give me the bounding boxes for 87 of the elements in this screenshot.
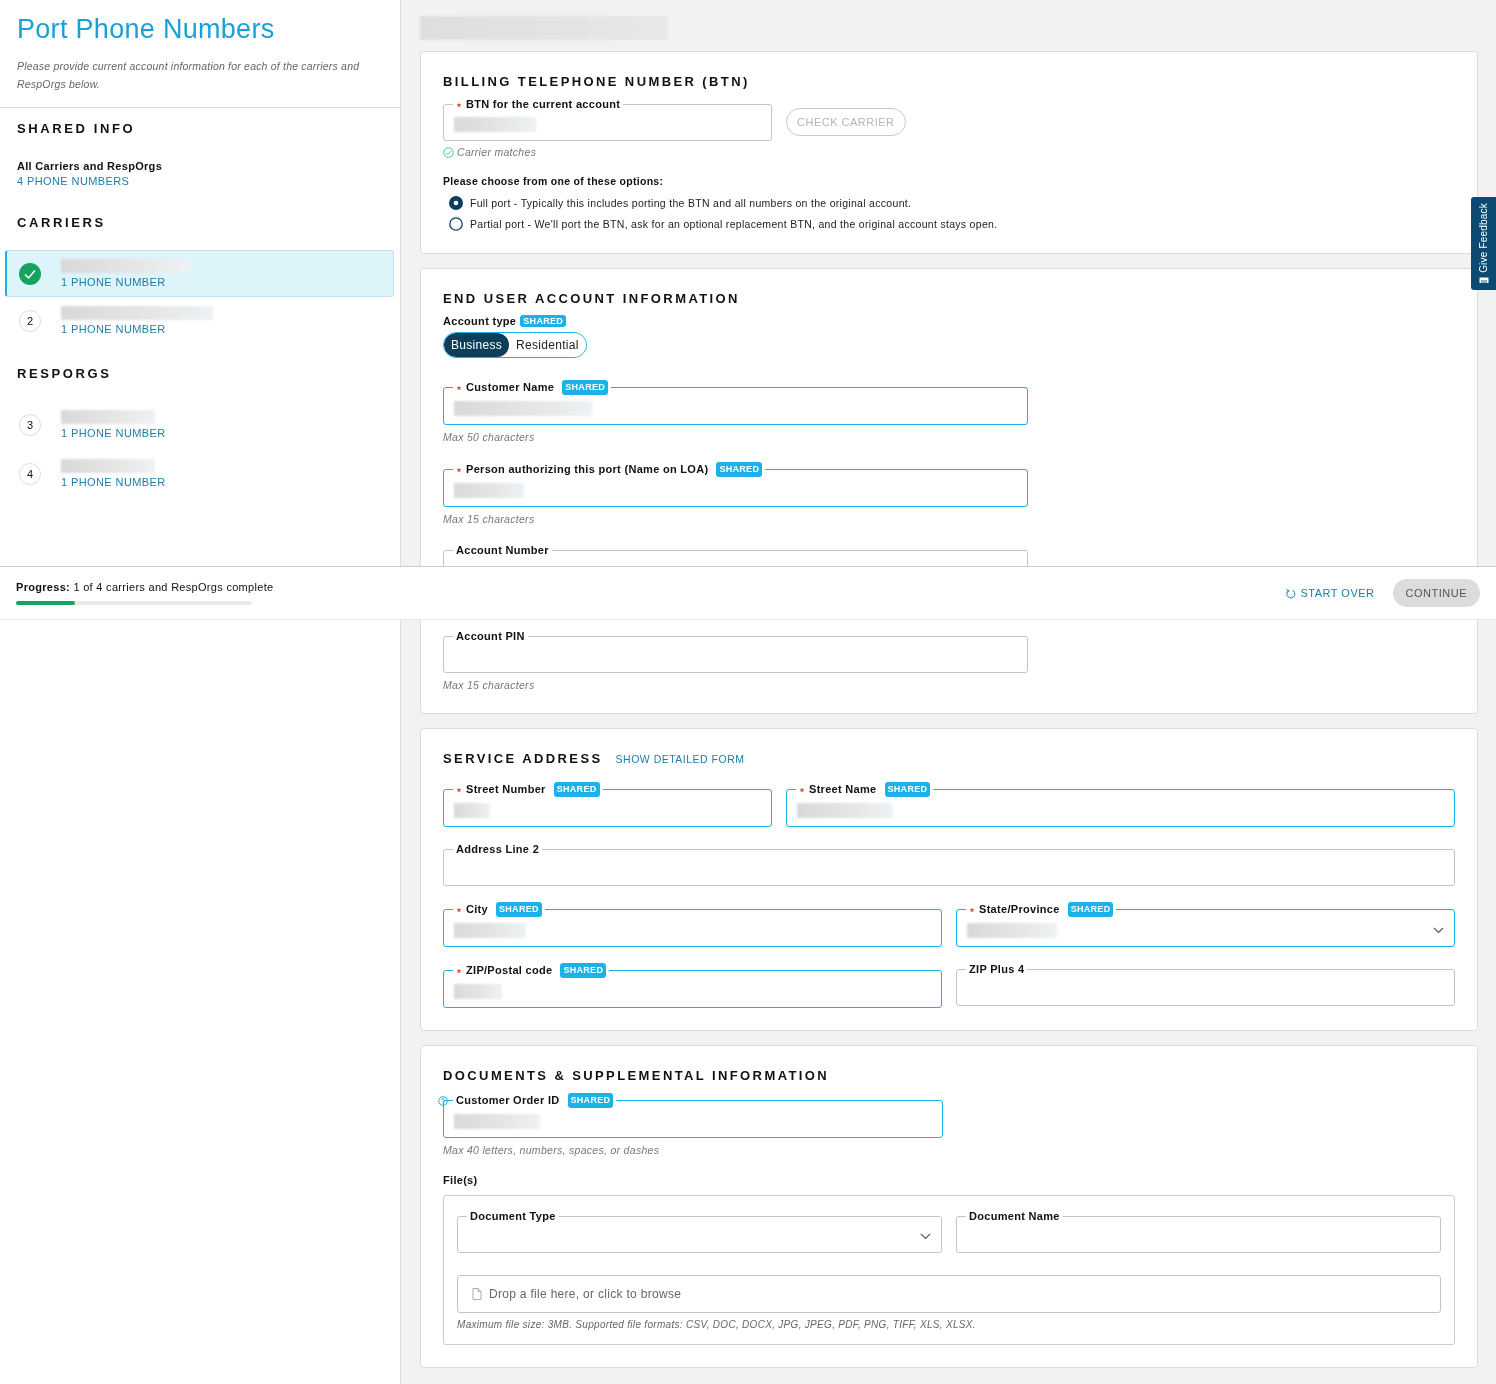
text-field[interactable]: Street Name SHARED bbox=[786, 782, 1455, 827]
feedback-tab[interactable]: Give Feedback bbox=[1471, 197, 1496, 290]
text-field[interactable]: Account Number bbox=[443, 544, 1028, 566]
dropdown-field[interactable]: State/Province SHARED bbox=[956, 902, 1455, 947]
shared-badge: SHARED bbox=[884, 782, 931, 797]
shared-badge: SHARED bbox=[716, 462, 763, 477]
question-text: Please choose from one of these options: bbox=[443, 175, 665, 187]
field-label: ZIP/Postal code bbox=[466, 964, 553, 977]
carrier-item[interactable]: 2 1 PHONE NUMBER bbox=[5, 297, 394, 344]
phone-count: 1 PHONE NUMBER bbox=[61, 276, 167, 288]
dropdown-field[interactable]: Document Type bbox=[457, 1210, 942, 1253]
field-label: Address Line 2 bbox=[456, 843, 540, 856]
text-field[interactable]: Document Name bbox=[956, 1210, 1441, 1253]
field-label: Document Type bbox=[470, 1210, 556, 1223]
shared-badge: SHARED bbox=[1067, 902, 1114, 917]
field-label: Person authorizing this port (Name on LOA) bbox=[466, 463, 709, 476]
text-field[interactable]: ZIP Plus 4 bbox=[956, 963, 1455, 1006]
section-heading: DOCUMENTS & SUPPLEMENTAL INFORMATION bbox=[443, 1068, 831, 1083]
page-subtitle: Please provide current account information for each of the carriers and RespOrgs below. bbox=[17, 59, 361, 92]
show-detailed-form-link[interactable]: SHOW DETAILED FORM bbox=[615, 753, 745, 765]
field-label: City bbox=[466, 903, 488, 916]
chevron-down-icon[interactable] bbox=[1433, 927, 1444, 934]
field-label: Customer Order ID bbox=[456, 1094, 560, 1107]
section-heading: SHARED INFO bbox=[16, 121, 137, 136]
text-field[interactable]: Customer Name SHARED bbox=[443, 380, 1028, 425]
progress-text: Progress: 1 of 4 carriers and RespOrgs complete bbox=[16, 581, 274, 593]
field-label: State/Province bbox=[979, 903, 1060, 916]
field-label: Account PIN bbox=[456, 630, 525, 643]
text-field[interactable]: Account PIN bbox=[443, 630, 1028, 673]
segment-option[interactable]: Business bbox=[444, 333, 510, 357]
files-label: File(s) bbox=[443, 1174, 479, 1186]
option-label: Full port - Typically this includes porting the BTN and all numbers on the original account. bbox=[470, 197, 912, 209]
text-field[interactable]: Address Line 2 bbox=[443, 843, 1455, 886]
field-label: Account type bbox=[443, 315, 517, 327]
file-icon bbox=[472, 1288, 482, 1300]
text-field[interactable]: Person authorizing this port (Name on LOA) SHARED bbox=[443, 462, 1028, 507]
field-label: Street Number bbox=[466, 783, 546, 796]
shared-badge: SHARED bbox=[567, 1093, 614, 1108]
step-number: 4 bbox=[19, 462, 41, 485]
section-heading: END USER ACCOUNT INFORMATION bbox=[443, 291, 741, 306]
radio-button[interactable] bbox=[449, 196, 463, 210]
start-over-button[interactable]: START OVER bbox=[1279, 586, 1381, 600]
shared-badge: SHARED bbox=[520, 315, 567, 327]
feedback-icon bbox=[1478, 276, 1489, 283]
status-text: Carrier matches bbox=[457, 146, 537, 158]
shared-badge: SHARED bbox=[562, 380, 609, 395]
radio-button[interactable] bbox=[449, 217, 463, 231]
text-field[interactable]: Customer Order ID SHARED bbox=[443, 1093, 943, 1138]
carrier-item[interactable]: 4 1 PHONE NUMBER bbox=[5, 450, 394, 497]
step-number: 3 bbox=[19, 413, 41, 436]
phone-count: 4 PHONE NUMBERS bbox=[17, 175, 130, 187]
carrier-item[interactable]: 1 PHONE NUMBER bbox=[5, 250, 394, 297]
field-label: Street Name bbox=[809, 783, 877, 796]
section-heading: CARRIERS bbox=[16, 215, 107, 230]
field-hint: Max 50 characters bbox=[443, 431, 536, 443]
drop-zone-text: Drop a file here, or click to browse bbox=[489, 1287, 682, 1301]
field-label: BTN for the current account bbox=[466, 98, 621, 111]
text-field[interactable]: Street Number SHARED bbox=[443, 782, 772, 827]
file-drop-zone[interactable]: Drop a file here, or click to browse bbox=[457, 1275, 1441, 1313]
field-hint: Max 15 characters bbox=[443, 513, 536, 525]
option-label: Partial port - We'll port the BTN, ask for an optional replacement BTN, and the original account stays open. bbox=[470, 218, 998, 230]
file-size-note: Maximum file size: 3MB. Supported file formats: CSV, DOC, DOCX, JPG, JPEG, PDF, PNG, TIFF, XLS, XLSX. bbox=[457, 1319, 977, 1330]
section-heading: BILLING TELEPHONE NUMBER (BTN) bbox=[443, 74, 751, 89]
field-label: Customer Name bbox=[466, 381, 555, 394]
field-label: Account Number bbox=[456, 544, 549, 557]
shared-badge: SHARED bbox=[496, 902, 542, 917]
text-field[interactable]: ZIP/Postal code SHARED bbox=[443, 963, 942, 1008]
shared-badge: SHARED bbox=[560, 963, 607, 978]
field-label: ZIP Plus 4 bbox=[969, 963, 1025, 976]
text-field[interactable]: City SHARED bbox=[443, 902, 942, 947]
phone-count: 1 PHONE NUMBER bbox=[61, 323, 167, 335]
check-circle-icon bbox=[443, 146, 454, 158]
section-heading: RESPORGS bbox=[16, 366, 113, 381]
phone-count: 1 PHONE NUMBER bbox=[61, 427, 166, 439]
field-hint: Max 40 letters, numbers, spaces, or dashes bbox=[443, 1144, 661, 1156]
page-title: Port Phone Numbers bbox=[17, 14, 276, 45]
field-label: Document Name bbox=[969, 1210, 1060, 1223]
chevron-down-icon[interactable] bbox=[920, 1233, 931, 1240]
carrier-item[interactable]: 3 1 PHONE NUMBER bbox=[5, 401, 394, 448]
text-field[interactable]: BTN for the current account bbox=[443, 98, 772, 141]
refresh-icon bbox=[1285, 587, 1297, 599]
field-hint: Max 15 characters bbox=[443, 679, 536, 691]
phone-count: 1 PHONE NUMBER bbox=[61, 476, 166, 488]
step-number: 2 bbox=[19, 309, 41, 332]
shared-info-title[interactable]: All Carriers and RespOrgs bbox=[17, 160, 163, 172]
shared-badge: SHARED bbox=[553, 782, 600, 797]
section-heading: SERVICE ADDRESS bbox=[443, 751, 603, 766]
